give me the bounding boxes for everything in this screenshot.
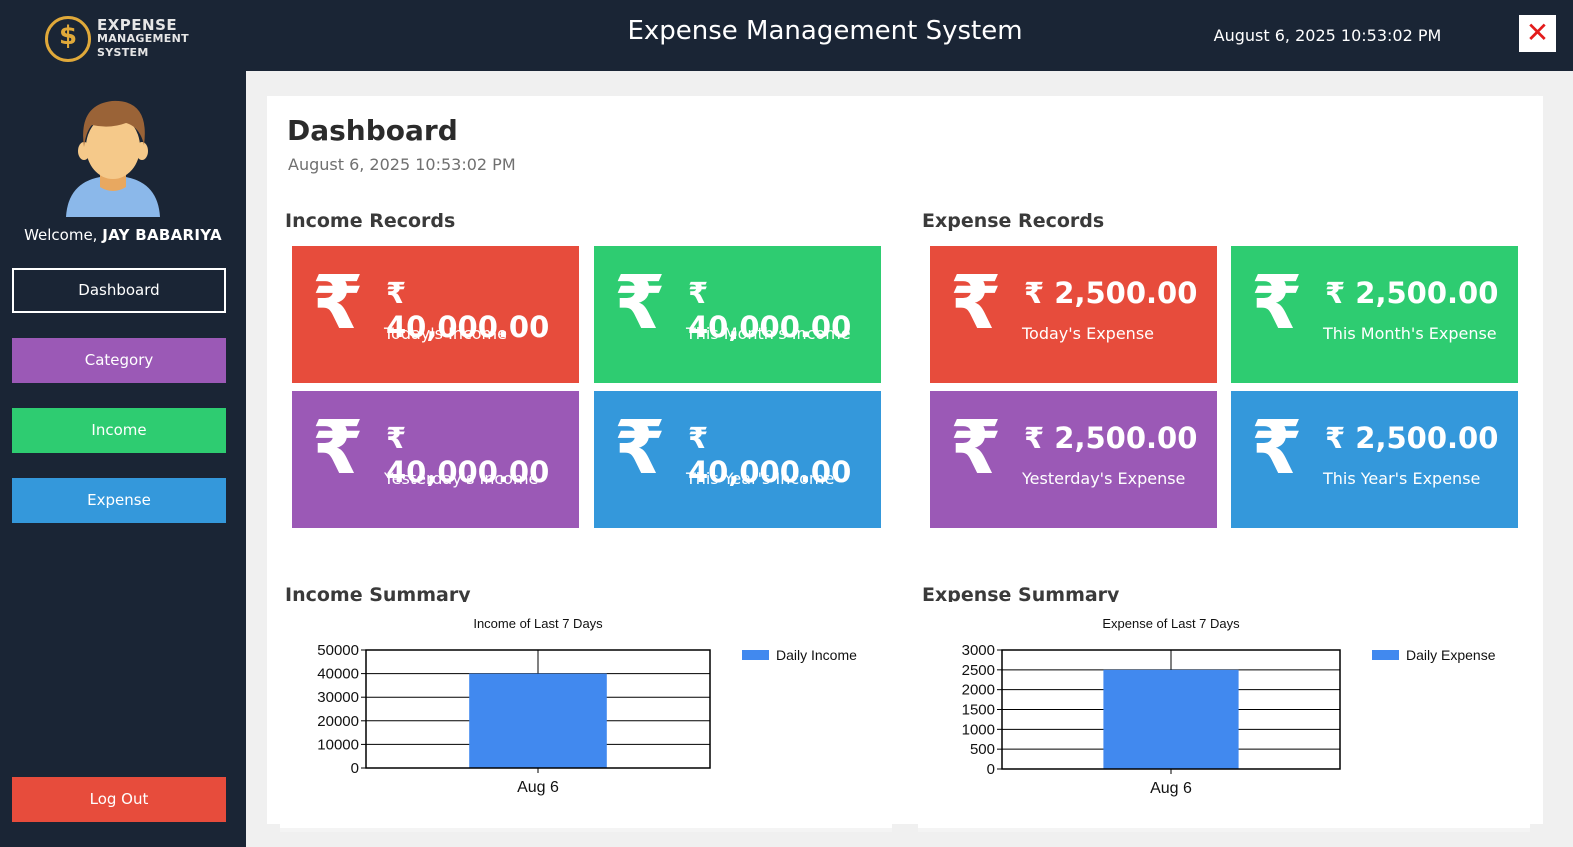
- legend-swatch: [1372, 650, 1399, 660]
- title-bar: $ EXPENSE MANAGEMENT SYSTEM Expense Mana…: [0, 0, 1573, 71]
- y-tick-label: 30000: [317, 689, 359, 706]
- card-yesterday-income: ₹ ₹ 40,000.00 Yesterday's Income: [292, 391, 579, 528]
- rupee-icon: ₹: [312, 260, 364, 346]
- logo-line-1: EXPENSE: [97, 16, 178, 34]
- card-caption: Today's Income: [384, 324, 507, 343]
- card-today-income: ₹ ₹ 40,000.00 Today's Income: [292, 246, 579, 383]
- card-amount: ₹ 2,500.00: [1024, 421, 1198, 455]
- bar: [469, 673, 607, 768]
- legend-label: Daily Expense: [1406, 647, 1496, 663]
- card-month-income: ₹ ₹ 40,000.00 This Month's Income: [594, 246, 881, 383]
- user-avatar-icon: [66, 100, 160, 217]
- chart-title: Income of Last 7 Days: [473, 616, 603, 631]
- card-amount: ₹ 2,500.00: [1325, 276, 1499, 310]
- nav-expense-button[interactable]: Expense: [12, 478, 226, 523]
- close-button[interactable]: ✕: [1519, 15, 1556, 52]
- card-yesterday-expense: ₹ ₹ 2,500.00 Yesterday's Expense: [930, 391, 1217, 528]
- sidebar: Welcome, JAY BABARIYA Dashboard Category…: [0, 71, 246, 847]
- logo-line-2: MANAGEMENT: [97, 32, 189, 45]
- welcome-label: Welcome,: [24, 226, 98, 244]
- y-tick-label: 1000: [962, 721, 995, 738]
- dollar-coin-icon: $: [45, 16, 91, 62]
- rupee-icon: ₹: [614, 260, 666, 346]
- nav-category-button[interactable]: Category: [12, 338, 226, 383]
- y-tick-label: 2500: [962, 662, 995, 679]
- y-tick-label: 0: [987, 761, 995, 778]
- income-chart: Income of Last 7 Days 0 10000 20000 30000 400…: [280, 602, 892, 832]
- rupee-icon: ₹: [614, 405, 666, 491]
- user-name: JAY BABARIYA: [102, 226, 222, 244]
- rupee-icon: ₹: [1251, 260, 1303, 346]
- legend-swatch: [742, 650, 769, 660]
- income-chart-svg: Income of Last 7 Days 0 10000 20000 30000 400…: [317, 616, 857, 796]
- logo-text: EXPENSE MANAGEMENT SYSTEM: [97, 18, 189, 60]
- expense-records-title: Expense Records: [922, 210, 1105, 232]
- y-tick-label: 2000: [962, 682, 995, 699]
- card-today-expense: ₹ ₹ 2,500.00 Today's Expense: [930, 246, 1217, 383]
- expense-chart-svg: Expense of Last 7 Days 0 500 1000 1500 2000 25…: [962, 616, 1496, 797]
- legend-label: Daily Income: [776, 647, 857, 663]
- main-content: Dashboard August 6, 2025 10:53:02 PM Inc…: [246, 71, 1573, 847]
- card-year-expense: ₹ ₹ 2,500.00 This Year's Expense: [1231, 391, 1518, 528]
- card-year-income: ₹ ₹ 40,000.00 This Year's Income: [594, 391, 881, 528]
- card-caption: Today's Expense: [1022, 324, 1154, 343]
- logo-line-3: SYSTEM: [97, 46, 149, 59]
- bar: [1103, 669, 1239, 769]
- x-tick-label: Aug 6: [517, 779, 559, 796]
- card-amount: ₹ 2,500.00: [1024, 276, 1198, 310]
- rupee-icon: ₹: [312, 405, 364, 491]
- y-tick-label: 0: [351, 760, 359, 777]
- dashboard-panel: Dashboard August 6, 2025 10:53:02 PM Inc…: [267, 96, 1543, 832]
- card-caption: Yesterday's Income: [384, 469, 539, 488]
- logout-button[interactable]: Log Out: [12, 777, 226, 822]
- nav-income-button[interactable]: Income: [12, 408, 226, 453]
- y-tick-label: 500: [970, 741, 995, 758]
- card-caption: This Year's Expense: [1323, 469, 1481, 488]
- card-caption: This Year's Income: [686, 469, 835, 488]
- income-records-title: Income Records: [285, 210, 456, 232]
- close-icon: ✕: [1525, 16, 1550, 49]
- y-tick-label: 3000: [962, 642, 995, 659]
- header-datetime: August 6, 2025 10:53:02 PM: [1213, 26, 1442, 45]
- y-tick-label: 20000: [317, 713, 359, 730]
- rupee-icon: ₹: [1251, 405, 1303, 491]
- card-amount: ₹ 2,500.00: [1325, 421, 1499, 455]
- page-title: Dashboard: [287, 114, 458, 147]
- y-tick-label: 40000: [317, 666, 359, 683]
- nav-dashboard-button[interactable]: Dashboard: [12, 268, 226, 313]
- card-caption: Yesterday's Expense: [1022, 469, 1186, 488]
- y-tick-label: 10000: [317, 736, 359, 753]
- expense-chart: Expense of Last 7 Days 0 500 1000 1500 2000 25…: [918, 602, 1530, 832]
- y-tick-label: 1500: [962, 702, 995, 719]
- app-logo: $ EXPENSE MANAGEMENT SYSTEM: [45, 16, 189, 62]
- chart-title: Expense of Last 7 Days: [1102, 616, 1240, 631]
- dashboard-date: August 6, 2025 10:53:02 PM: [288, 155, 516, 174]
- card-caption: This Month's Expense: [1323, 324, 1497, 343]
- welcome-text: Welcome, JAY BABARIYA: [0, 226, 246, 244]
- card-month-expense: ₹ ₹ 2,500.00 This Month's Expense: [1231, 246, 1518, 383]
- rupee-icon: ₹: [950, 405, 1002, 491]
- app-title: Expense Management System: [627, 16, 1023, 46]
- rupee-icon: ₹: [950, 260, 1002, 346]
- y-tick-label: 50000: [317, 642, 359, 659]
- card-caption: This Month's Income: [686, 324, 851, 343]
- x-tick-label: Aug 6: [1150, 780, 1192, 797]
